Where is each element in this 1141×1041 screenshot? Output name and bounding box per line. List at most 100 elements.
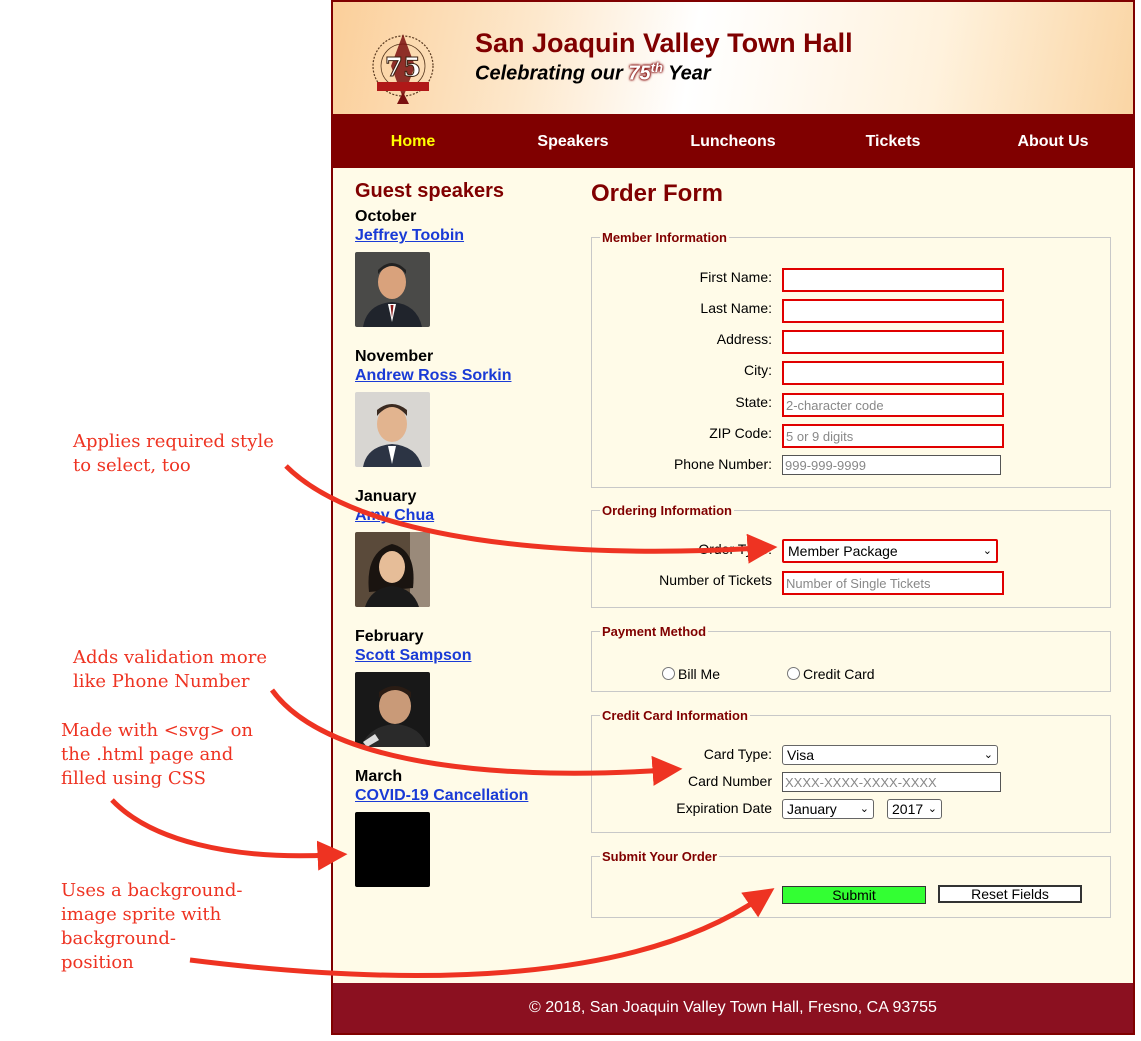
ordering-information-fieldset: Ordering Information Order Type: Member … [591,503,1111,608]
last-name-label: Last Name: [700,300,772,316]
member-information-fieldset: Member Information First Name: Last Name… [591,230,1111,488]
nav-item-luncheons[interactable]: Luncheons [653,116,813,168]
speaker-month: February [355,628,424,645]
speaker-photo-sampson[interactable] [355,672,430,747]
site-header: 75 San Joaquin Valley Town Hall Celebrat… [333,0,1133,116]
submit-button[interactable]: Submit [782,886,926,904]
card-type-value: Visa [787,747,814,763]
speaker-link-cancellation[interactable]: COVID-19 Cancellation [355,786,565,805]
main-nav: Home Speakers Luncheons Tickets About Us [333,116,1133,168]
seal-75-anniversary-logo: 75 [372,34,434,104]
annotation-required-select: Applies required style to select, too [73,430,274,478]
first-name-label: First Name: [699,269,772,285]
speaker-link-sorkin[interactable]: Andrew Ross Sorkin [355,366,565,385]
speaker-month: March [355,768,403,785]
city-field[interactable] [782,361,1004,385]
annotation-validation: Adds validation more like Phone Number [73,646,267,694]
nav-item-home[interactable]: Home [333,116,493,168]
zip-label: ZIP Code: [709,425,772,441]
bill-me-radio[interactable]: Bill Me [662,665,720,683]
card-number-field[interactable] [782,772,1001,792]
nav-item-about-us[interactable]: About Us [973,116,1133,168]
credit-card-information-fieldset: Credit Card Information Card Type: Visa … [591,708,1111,833]
speaker-link-toobin[interactable]: Jeffrey Toobin [355,226,565,245]
first-name-field[interactable] [782,268,1004,292]
order-type-select[interactable]: Member Package ⌄ [782,539,998,563]
speaker-month: October [355,208,417,225]
speaker-photo-toobin[interactable] [355,252,430,327]
payment-method-fieldset: Payment Method Bill Me Credit Card [591,624,1111,692]
svg-placeholder-image [355,812,430,887]
reset-fields-button[interactable]: Reset Fields [938,885,1082,903]
speaker-link-chua[interactable]: Amy Chua [355,506,565,525]
card-type-label: Card Type: [703,746,772,762]
subtitle-prefix: Celebrating our [475,62,629,85]
tickets-field[interactable] [782,571,1004,595]
radio-button[interactable] [787,667,800,680]
order-type-value: Member Package [788,543,898,559]
phone-label: Phone Number: [673,456,772,472]
sidebar: Guest speakers October Jeffrey Toobin No… [355,168,565,907]
sidebar-heading: Guest speakers [355,180,504,202]
nav-item-speakers[interactable]: Speakers [493,116,653,168]
bill-me-label: Bill Me [678,666,721,682]
annotation-line: Made with <svg> on [61,720,254,741]
subtitle-number: 75 [628,62,651,85]
speaker-photo-sorkin[interactable] [355,392,430,467]
submit-order-fieldset: Submit Your Order Submit Reset Fields [591,849,1111,918]
subtitle-ordinal: th [650,60,663,75]
copyright-text: © 2018, San Joaquin Valley Town Hall, Fr… [529,999,937,1016]
expiration-year-value: 2017 [892,801,924,817]
speaker-photo-chua[interactable] [355,532,430,607]
fieldset-legend: Payment Method [602,624,707,639]
tickets-label: Number of Tickets [659,572,772,588]
phone-field[interactable] [782,455,1001,475]
speaker-month: January [355,488,417,505]
arrow-to-svg-image [110,798,348,871]
chevron-down-icon: ⌄ [927,803,937,815]
subtitle-end: Year [662,62,711,85]
site-title: San Joaquin Valley Town Hall [475,28,853,58]
chevron-down-icon: ⌄ [859,803,869,815]
credit-card-label: Credit Card [803,666,875,682]
fieldset-legend: Credit Card Information [602,708,748,723]
annotation-line: to select, too [73,455,191,476]
last-name-field[interactable] [782,299,1004,323]
site-footer: © 2018, San Joaquin Valley Town Hall, Fr… [333,983,1133,1033]
expiration-month-value: January [787,801,837,817]
annotation-line: Uses a background- [61,880,243,901]
address-label: Address: [716,331,772,347]
state-field[interactable] [782,393,1004,417]
credit-card-radio[interactable]: Credit Card [787,665,875,683]
expiration-month-select[interactable]: January ⌄ [782,799,874,819]
expiration-year-select[interactable]: 2017 ⌄ [887,799,942,819]
city-label: City: [744,362,772,378]
annotation-line: Applies required style [73,431,274,452]
annotation-sprite-note: Uses a background- image sprite with bac… [61,879,242,975]
annotation-line: filled using CSS [61,768,206,789]
page-title: Order Form [591,180,724,207]
main-content: Order Form Member Information First Name… [591,168,1131,918]
annotation-svg-note: Made with <svg> on the .html page and fi… [61,719,253,791]
card-type-select[interactable]: Visa ⌄ [782,745,998,765]
annotation-line: the .html page and [61,744,234,765]
address-field[interactable] [782,330,1004,354]
annotation-line: background- [61,928,176,949]
card-number-label: Card Number [687,773,772,789]
web-page: 75 San Joaquin Valley Town Hall Celebrat… [331,0,1135,1035]
radio-button[interactable] [662,667,675,680]
zip-field[interactable] [782,424,1004,448]
expiration-label: Expiration Date [676,800,772,816]
svg-text:75: 75 [385,53,421,83]
chevron-down-icon: ⌄ [983,749,993,761]
annotation-line: like Phone Number [73,671,250,692]
fieldset-legend: Member Information [602,230,727,245]
order-type-label: Order Type: [698,541,772,557]
nav-item-tickets[interactable]: Tickets [813,116,973,168]
speaker-link-sampson[interactable]: Scott Sampson [355,646,565,665]
annotation-line: Adds validation more [73,647,267,668]
fieldset-legend: Ordering Information [602,503,732,518]
fieldset-legend: Submit Your Order [602,849,718,864]
annotation-line: image sprite with [61,904,222,925]
chevron-down-icon: ⌄ [982,545,992,557]
